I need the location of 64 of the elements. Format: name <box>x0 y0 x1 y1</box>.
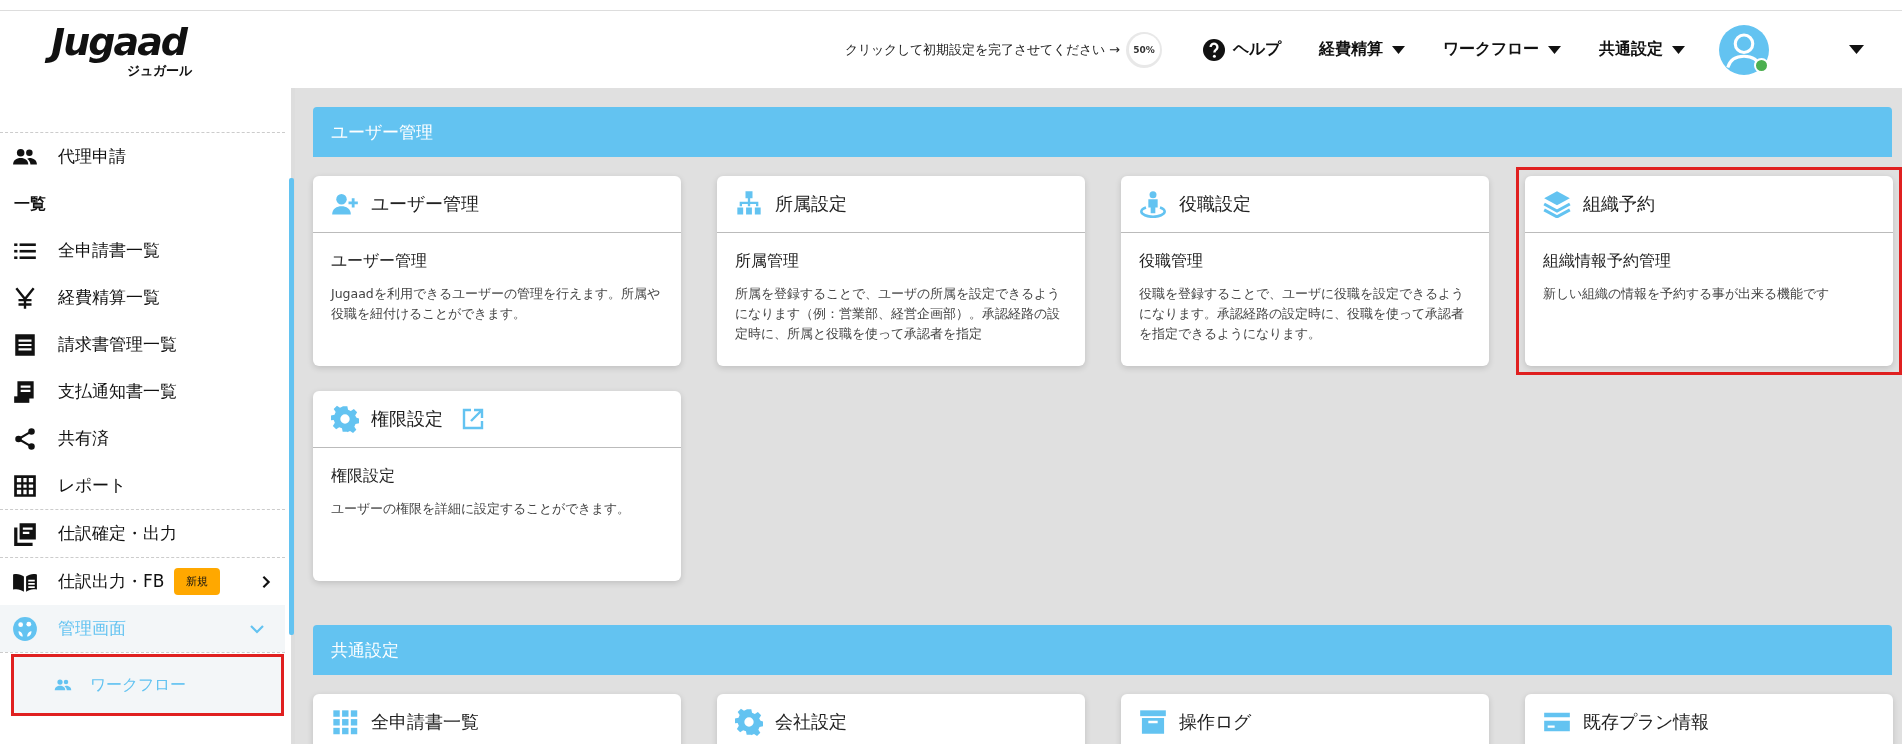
user-silhouette-icon <box>1719 24 1769 75</box>
card-description: 役職を登録することで、ユーザに役職を設定できるようになります。承認経路の設定時に、役職を使って承認者を指定できるようになります。 <box>1139 285 1465 343</box>
logo-reading: ジュガール <box>127 63 192 81</box>
nav-menu[interactable]: ワークフロー <box>1439 33 1565 66</box>
logo[interactable]: Jugaad ジュガール <box>0 18 192 81</box>
external-link-icon[interactable] <box>461 407 485 431</box>
card-title: ユーザー管理 <box>371 192 479 216</box>
palette-icon <box>12 615 38 642</box>
sidebar-item[interactable]: 経費精算一覧 <box>0 274 291 321</box>
help-button[interactable]: ヘルプ <box>1198 31 1285 68</box>
settings-icon <box>735 708 763 736</box>
sidebar-heading: 一覧 <box>13 193 47 215</box>
card-subtitle: ユーザー管理 <box>331 251 428 272</box>
nav-menu[interactable]: 経費精算 <box>1315 33 1409 66</box>
setup-progress-value: 50% <box>1128 34 1160 65</box>
new-badge: 新規 <box>174 568 221 595</box>
receipt-icon <box>12 331 38 358</box>
person-pin-icon <box>1139 190 1167 218</box>
chevron-down-icon <box>249 623 265 634</box>
grid-icon <box>12 472 38 499</box>
card-title: 組織予約 <box>1583 192 1655 216</box>
caret-icon <box>1392 45 1405 54</box>
card-title: 既存プラン情報 <box>1583 710 1709 734</box>
section-header: ユーザー管理 <box>313 107 1892 157</box>
sidebar-item[interactable]: レポート <box>0 462 291 509</box>
setup-prompt-link[interactable]: クリックして初期設定を完了させてください → <box>844 40 1120 59</box>
user-avatar[interactable] <box>1719 24 1769 75</box>
card-title: 所属設定 <box>775 192 847 216</box>
archive-box-icon <box>1139 708 1167 736</box>
sidebar-item[interactable]: 共有済 <box>0 415 291 462</box>
card-subtitle: 権限設定 <box>331 466 396 487</box>
settings-card[interactable]: 組織予約 組織情報予約管理 新しい組織の情報を予約する事が出来る機能です <box>1516 167 1902 375</box>
sitemap-icon <box>735 190 763 218</box>
card-title: 全申請書一覧 <box>371 710 479 734</box>
sidebar-item[interactable]: 仕訳確定・出力 <box>0 510 291 557</box>
share-icon <box>12 425 38 452</box>
sidebar-item[interactable]: 全申請書一覧 <box>0 227 291 274</box>
card-subtitle: 組織情報予約管理 <box>1543 251 1672 272</box>
card-title: 役職設定 <box>1179 192 1251 216</box>
card-title: 操作ログ <box>1179 710 1251 734</box>
book-list-icon <box>12 520 38 547</box>
settings-icon <box>331 405 359 433</box>
chevron-right-icon <box>261 574 271 589</box>
card-description: ユーザーの権限を詳細に設定することができます。 <box>331 500 631 518</box>
card-title: 会社設定 <box>775 710 847 734</box>
scrollbar-thumb[interactable] <box>289 178 294 635</box>
card-description: Jugaadを利用できるユーザーの管理を行えます。所属や役職を紐付けることができます。 <box>331 285 661 323</box>
card-description: 新しい組織の情報を予約する事が出来る機能です <box>1543 285 1830 303</box>
layers-icon <box>1543 190 1571 218</box>
sidebar-item[interactable]: 仕訳出力・FB 新規 <box>0 558 291 605</box>
caret-icon[interactable] <box>1849 45 1864 54</box>
sidebar-item[interactable]: 請求書管理一覧 <box>0 321 291 368</box>
sidebar-item[interactable]: 支払通知書一覧 <box>0 368 291 415</box>
caret-icon <box>1672 45 1685 54</box>
card-subtitle: 役職管理 <box>1139 251 1204 272</box>
nav-menu[interactable]: 共通設定 <box>1595 33 1689 66</box>
card-subtitle: 所属管理 <box>735 251 800 272</box>
card-description: 所属を登録することで、ユーザの所属を設定できるようになります（例：営業部、経営企画部）。承認経路の設定時に、所属と役職を使って承認者を指定 <box>735 285 1061 343</box>
sidebar-item[interactable]: 代理申請 <box>0 133 291 180</box>
grid-icon <box>331 708 359 736</box>
section-header: 共通設定 <box>313 625 1892 675</box>
card-title: 権限設定 <box>371 407 443 431</box>
caret-icon <box>1548 45 1561 54</box>
help-icon <box>1202 37 1226 62</box>
